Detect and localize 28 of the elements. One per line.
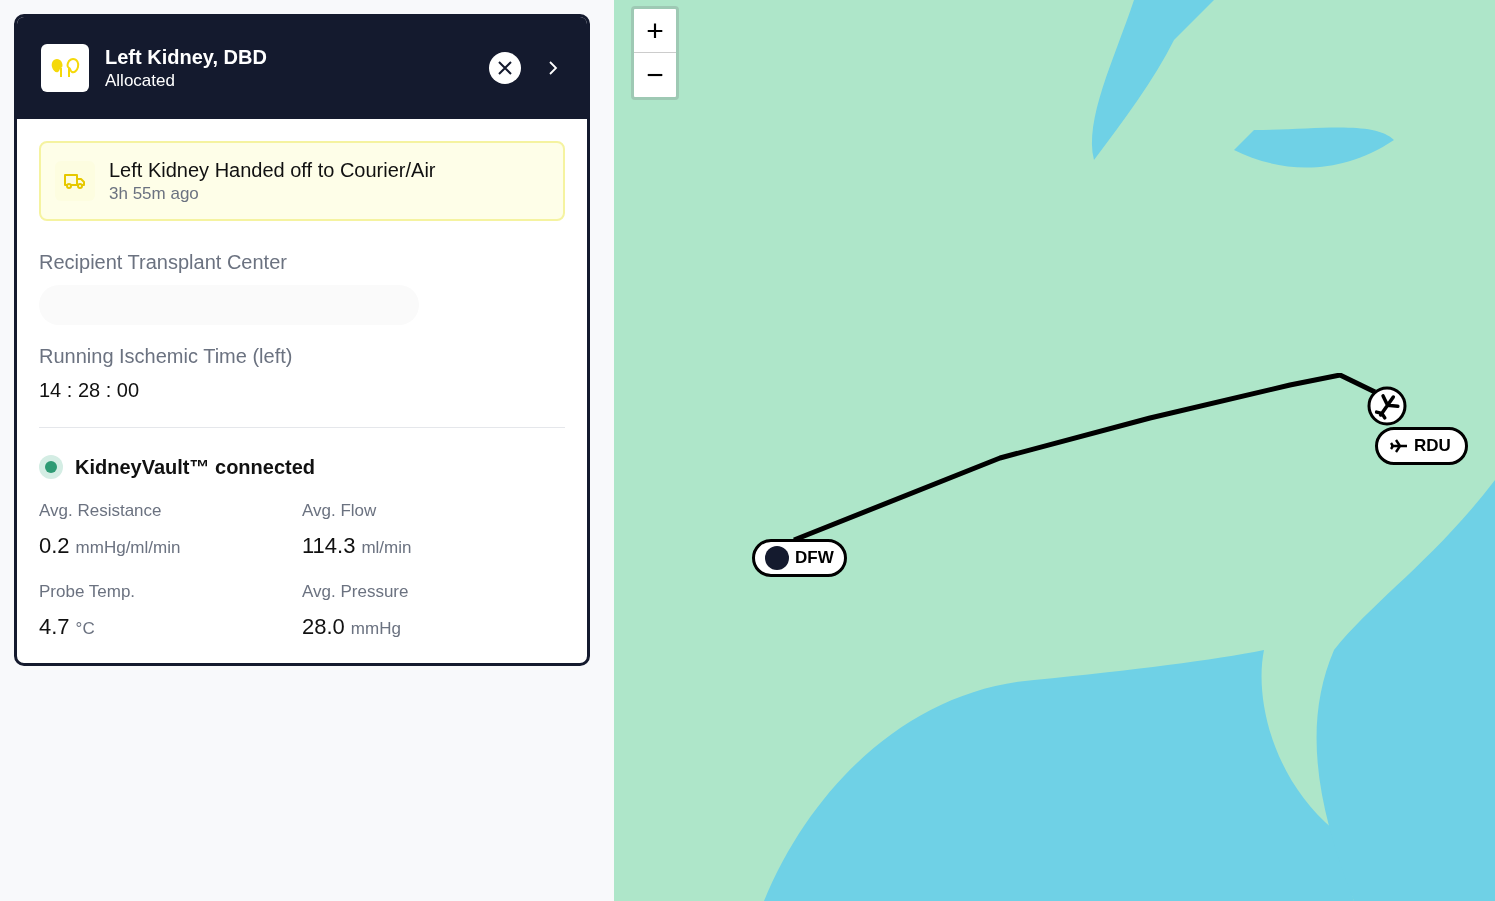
metric-value: 114.3 ml/min [302, 532, 412, 560]
dot-icon [765, 546, 789, 570]
ischemic-time-label: Running Ischemic Time (left) [39, 344, 294, 369]
truck-icon [55, 161, 95, 201]
metric-value: 28.0 mmHg [302, 612, 401, 641]
destination-airport-marker[interactable]: RDU [1375, 427, 1468, 465]
metric-label: Avg. Pressure [302, 580, 409, 603]
ischemic-time-value: 14 : 28 : 00 [39, 378, 141, 403]
event-time: 3h 55m ago [109, 183, 200, 205]
plane-icon [1390, 439, 1408, 453]
zoom-out-button[interactable]: − [634, 53, 676, 97]
event-title: Left Kidney Handed off to Courier/Air [109, 158, 436, 183]
zoom-in-button[interactable]: + [634, 9, 676, 53]
metric-value: 0.2 mmHg/ml/min [39, 532, 181, 560]
metric-label: Avg. Flow [302, 500, 377, 522]
metric-label: Probe Temp. [39, 580, 136, 603]
organ-title: Left Kidney, DBD [105, 45, 268, 70]
close-button[interactable] [489, 52, 521, 84]
metric-label: Avg. Resistance [39, 500, 162, 522]
plane-marker-icon [1367, 386, 1407, 426]
chevron-right-icon [548, 60, 558, 76]
origin-airport-marker[interactable]: DFW [752, 539, 847, 577]
recipient-label: Recipient Transplant Center [39, 250, 288, 275]
close-icon [497, 60, 513, 76]
metric-value: 4.7 °C [39, 612, 95, 641]
organ-status: Allocated [105, 70, 176, 92]
kidney-icon [41, 44, 89, 92]
device-status: KidneyVault™ connected [75, 455, 316, 480]
